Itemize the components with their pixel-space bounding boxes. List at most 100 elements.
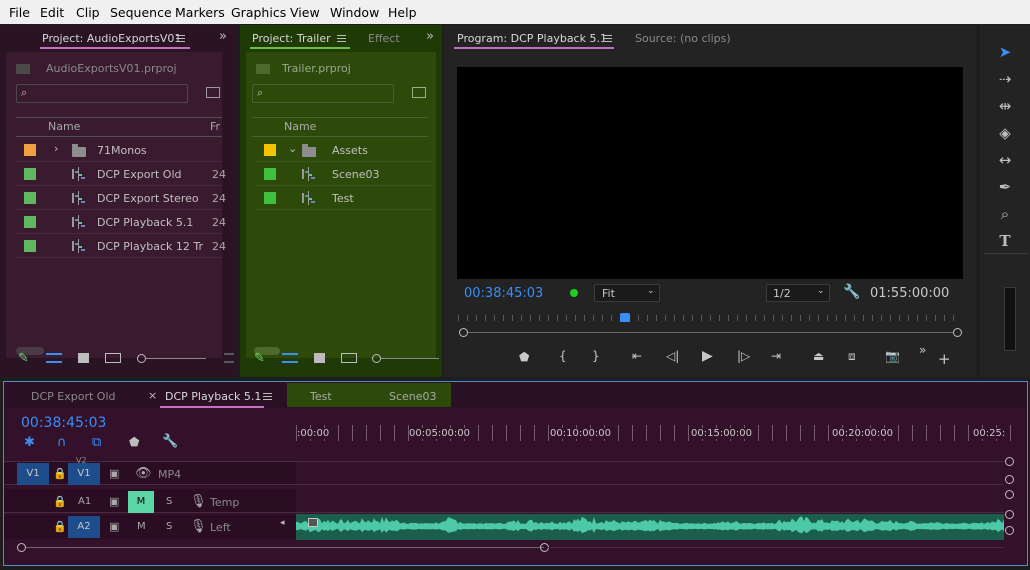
snap-icon[interactable]: ∩ [57, 435, 67, 450]
v1-source-patch[interactable]: V1 [17, 463, 49, 485]
vertical-zoom-handle[interactable] [1005, 490, 1014, 499]
microphone-icon[interactable]: 🎙 [190, 519, 207, 534]
tab-project-trailer[interactable]: Project: Trailer [252, 32, 331, 45]
label-color-swatch[interactable] [24, 216, 36, 228]
track-select-tool-icon[interactable]: ⇢ [993, 68, 1017, 90]
video-preview[interactable] [457, 67, 963, 279]
menu-window[interactable]: Window [330, 5, 379, 20]
freeform-view-icon[interactable] [105, 353, 121, 363]
a2-mute-button[interactable]: M [137, 521, 146, 532]
eye-icon[interactable]: 👁 [135, 466, 152, 481]
lock-icon[interactable]: 🔒 [53, 467, 67, 480]
track-lane-a1[interactable] [296, 489, 1004, 513]
lift-icon[interactable]: ⏏ [813, 349, 824, 363]
track-lane-v1[interactable] [296, 461, 1004, 485]
playhead-timecode[interactable]: 00:38:45:03 [464, 286, 543, 301]
menu-graphics[interactable]: Graphics [231, 5, 286, 20]
zoom-dropdown[interactable]: Fit ⌄ [594, 284, 660, 302]
list-item[interactable]: DCP Playback 5.1 24 [16, 210, 226, 234]
razor-tool-icon[interactable]: ◈ [993, 122, 1017, 144]
tab-dcp-playback[interactable]: DCP Playback 5.1 [165, 390, 261, 403]
list-item[interactable]: ⌄ Assets [256, 138, 432, 162]
list-view-icon[interactable] [282, 353, 298, 363]
column-name[interactable]: Name [284, 120, 316, 133]
label-color-swatch[interactable] [24, 192, 36, 204]
overflow-chevron-icon[interactable]: » [219, 29, 227, 44]
list-view-icon[interactable] [46, 353, 62, 363]
icon-view-icon[interactable] [78, 353, 89, 363]
sync-lock-icon[interactable]: ▣ [109, 520, 119, 533]
step-back-icon[interactable]: ◁| [666, 349, 679, 363]
a2-solo-button[interactable]: S [166, 521, 172, 532]
a2-target[interactable]: A2 [68, 516, 100, 538]
zoom-slider-track[interactable] [146, 358, 206, 359]
lock-icon[interactable]: 🔒 [53, 520, 67, 533]
menu-sequence[interactable]: Sequence [110, 5, 172, 20]
tab-dcp-export-old[interactable]: DCP Export Old [31, 390, 115, 403]
panel-menu-icon[interactable] [603, 35, 612, 42]
menu-edit[interactable]: Edit [40, 5, 64, 20]
panel-menu-icon[interactable] [176, 35, 185, 42]
linked-selection-icon[interactable]: ⧉ [92, 435, 101, 450]
menu-file[interactable]: File [9, 5, 30, 20]
overflow-chevron-icon[interactable]: » [426, 29, 434, 44]
vertical-zoom-handle[interactable] [1005, 510, 1014, 519]
audio-clip-a2[interactable] [296, 514, 1004, 540]
sync-lock-icon[interactable]: ▣ [109, 467, 119, 480]
search-input[interactable]: ⌕ [252, 84, 394, 103]
timeline-scrollbar[interactable] [26, 547, 544, 548]
pen-tool-icon[interactable]: ✒ [993, 176, 1017, 198]
extract-icon[interactable]: ⧈ [848, 349, 856, 364]
tab-source[interactable]: Source: (no clips) [635, 32, 731, 45]
icon-view-icon[interactable] [314, 353, 325, 363]
play-icon[interactable]: ▶ [702, 348, 713, 364]
a1-mute-button[interactable]: M [128, 491, 154, 513]
list-item[interactable]: Scene03 [256, 162, 432, 186]
disclosure-chevron-icon[interactable]: › [54, 142, 58, 155]
vertical-zoom-handle[interactable] [1005, 526, 1014, 535]
resolution-dropdown[interactable]: 1/2 ⌄ [766, 284, 830, 302]
label-color-swatch[interactable] [24, 240, 36, 252]
vertical-zoom-handle[interactable] [1005, 475, 1014, 484]
track-header-a2[interactable] [4, 515, 296, 539]
panel-menu-icon[interactable] [337, 35, 346, 42]
label-color-swatch[interactable] [264, 192, 276, 204]
menu-help[interactable]: Help [388, 5, 417, 20]
column-frame-rate[interactable]: Fr [210, 120, 220, 133]
tab-project-audioexports[interactable]: Project: AudioExportsV01 [42, 32, 181, 45]
panel-menu-icon[interactable] [224, 353, 234, 363]
zoom-scroll-right-handle[interactable] [953, 328, 962, 337]
go-to-out-icon[interactable]: ⇥ [771, 349, 781, 363]
a1-solo-button[interactable]: S [166, 496, 172, 507]
overflow-chevron-icon[interactable]: » [919, 343, 926, 357]
label-color-swatch[interactable] [264, 168, 276, 180]
write-icon[interactable]: ✎ [254, 351, 265, 366]
bin-search-icon[interactable] [206, 87, 220, 98]
bin-search-icon[interactable] [412, 87, 426, 98]
tab-program[interactable]: Program: DCP Playback 5.1 [457, 32, 607, 45]
zoom-scroll-left-handle[interactable] [459, 328, 468, 337]
insert-overwrite-icon[interactable]: ✱ [24, 435, 35, 450]
column-name[interactable]: Name [48, 120, 80, 133]
mark-out-icon[interactable]: } [592, 349, 600, 363]
write-icon[interactable]: ✎ [18, 351, 29, 366]
go-to-in-icon[interactable]: ⇤ [632, 349, 642, 363]
ripple-edit-tool-icon[interactable]: ⇹ [993, 95, 1017, 117]
list-item[interactable]: › 71Monos [16, 138, 222, 162]
lock-icon[interactable]: 🔒 [53, 495, 67, 508]
monitor-ruler[interactable] [458, 315, 962, 321]
search-input[interactable]: ⌕ [16, 84, 188, 103]
playhead-marker[interactable] [620, 313, 630, 322]
zoom-tool-icon[interactable]: ⌕ [993, 203, 1017, 225]
microphone-icon[interactable]: 🎙 [190, 494, 207, 509]
step-forward-icon[interactable]: |▷ [737, 349, 750, 363]
zoom-slider-handle[interactable] [137, 354, 146, 363]
close-tab-icon[interactable]: × [148, 389, 157, 402]
add-marker-icon[interactable]: ⬟ [519, 350, 529, 364]
add-button-icon[interactable]: + [938, 350, 951, 368]
export-frame-icon[interactable]: 📷 [885, 349, 900, 363]
add-marker-icon[interactable]: ⬟ [129, 435, 139, 449]
time-ruler-ticks[interactable] [296, 425, 1014, 441]
v1-target[interactable]: V1 [68, 463, 100, 485]
menu-markers[interactable]: Markers [175, 5, 225, 20]
